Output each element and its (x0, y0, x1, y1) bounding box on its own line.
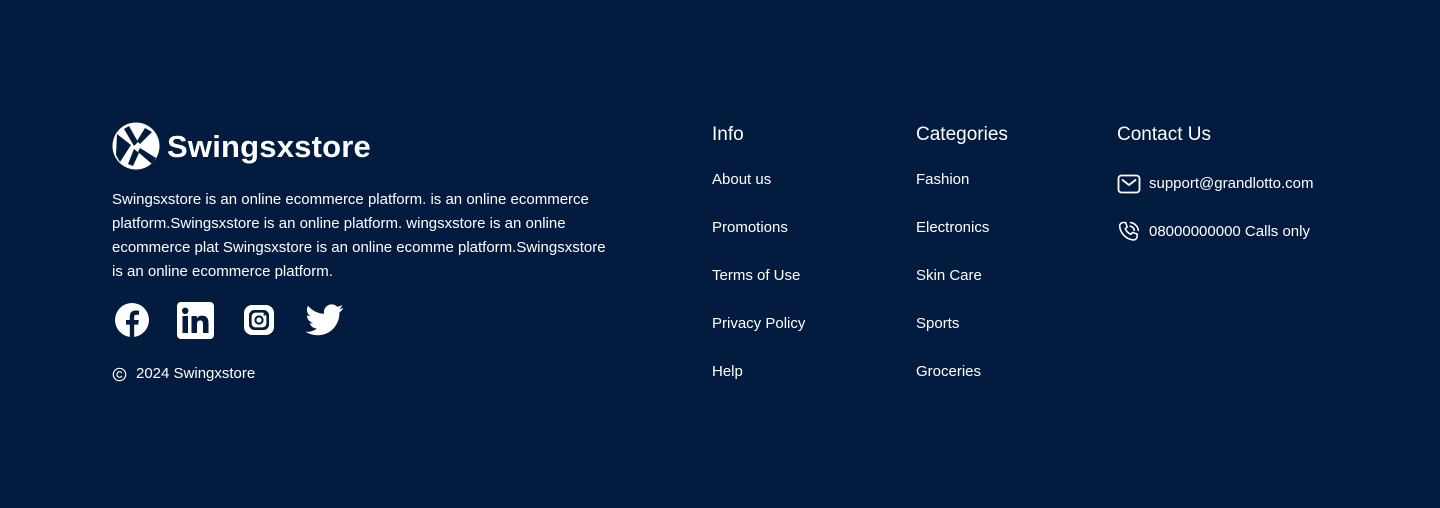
categories-heading: Categories (916, 124, 1008, 145)
link-label: Groceries (916, 363, 982, 380)
instagram-link[interactable] (244, 305, 274, 335)
link-label: Sports (916, 315, 960, 332)
info-link-about-us[interactable]: About us (712, 170, 805, 218)
info-links: About us Promotions Terms of Use Privacy… (712, 170, 805, 410)
copyright-text: 2024 Swingxstore (136, 365, 256, 382)
link-label: Help (712, 363, 743, 380)
link-label: Terms of Use (712, 267, 801, 284)
category-link-electronics[interactable]: Electronics (916, 218, 1008, 266)
link-label: Skin Care (916, 267, 982, 284)
info-link-promotions[interactable]: Promotions (712, 218, 805, 266)
site-footer: Swingsxstore Swingsxstore is an online e… (0, 0, 1440, 508)
phone-icon (1118, 221, 1140, 241)
copyright-icon (112, 367, 127, 381)
link-label: Electronics (916, 219, 990, 236)
social-links (112, 300, 612, 340)
category-link-skin-care[interactable]: Skin Care (916, 266, 1008, 314)
contact-email-text: support@grandlotto.com (1149, 175, 1314, 192)
categories-column: Categories Fashion Electronics Skin Care… (916, 122, 1008, 410)
brand-section: Swingsxstore Swingsxstore is an online e… (112, 122, 612, 384)
info-link-terms-of-use[interactable]: Terms of Use (712, 266, 805, 314)
link-label: Fashion (916, 171, 970, 188)
brand-name: Swingsxstore (167, 128, 371, 164)
category-link-sports[interactable]: Sports (916, 314, 1008, 362)
link-label: About us (712, 171, 772, 188)
swingsxstore-logo-icon (112, 122, 160, 170)
contact-email[interactable]: support@grandlotto.com (1117, 160, 1313, 208)
facebook-icon (115, 303, 149, 337)
contact-phone[interactable]: 08000000000 Calls only (1117, 208, 1313, 256)
info-column: Info About us Promotions Terms of Use Pr… (712, 122, 805, 410)
categories-links: Fashion Electronics Skin Care Sports Gro… (916, 170, 1008, 410)
link-label: Privacy Policy (712, 315, 806, 332)
twitter-link[interactable] (306, 304, 344, 336)
category-link-groceries[interactable]: Groceries (916, 362, 1008, 410)
facebook-link[interactable] (115, 303, 149, 337)
copyright: 2024 Swingxstore (112, 364, 612, 384)
brand-description: Swingsxstore is an online ecommerce plat… (112, 191, 606, 280)
linkedin-link[interactable] (177, 301, 214, 339)
twitter-icon (306, 304, 344, 336)
contact-column: Contact Us support@grandlotto.com 080000… (1117, 122, 1313, 256)
contact-phone-text: 08000000000 Calls only (1149, 223, 1310, 240)
category-link-fashion[interactable]: Fashion (916, 170, 1008, 218)
contact-heading: Contact Us (1117, 124, 1211, 145)
brand-logo[interactable]: Swingsxstore (112, 122, 612, 170)
info-link-help[interactable]: Help (712, 362, 805, 410)
mail-icon (1117, 174, 1141, 194)
instagram-icon (244, 305, 274, 335)
info-heading: Info (712, 124, 744, 145)
linkedin-icon (177, 301, 214, 339)
info-link-privacy-policy[interactable]: Privacy Policy (712, 314, 805, 362)
link-label: Promotions (712, 219, 788, 236)
